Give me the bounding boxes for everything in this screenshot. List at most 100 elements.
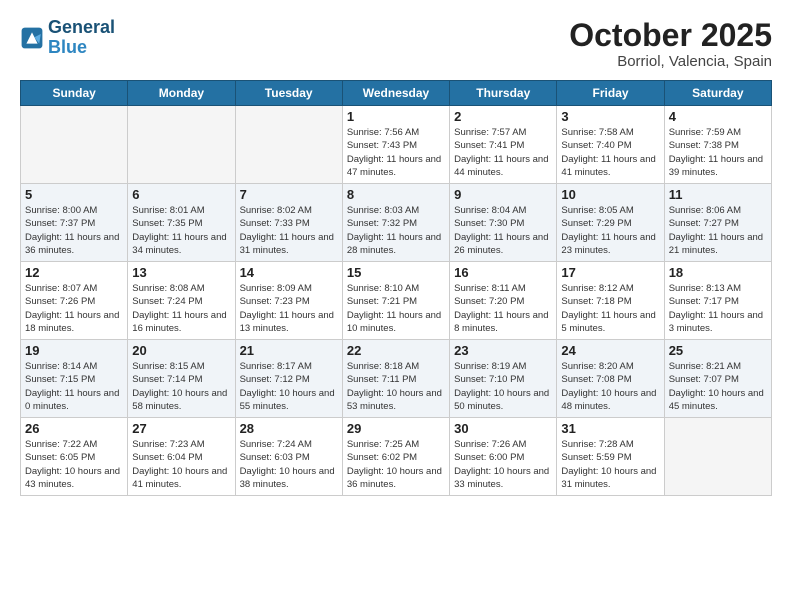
calendar-cell-week1-day3: 8Sunrise: 8:03 AMSunset: 7:32 PMDaylight…	[342, 184, 449, 262]
sunset-text: Sunset: 7:41 PM	[454, 139, 552, 152]
header: General Blue October 2025 Borriol, Valen…	[20, 18, 772, 70]
day-number: 24	[561, 343, 659, 358]
calendar-cell-week2-day2: 14Sunrise: 8:09 AMSunset: 7:23 PMDayligh…	[235, 262, 342, 340]
sunset-text: Sunset: 7:17 PM	[669, 295, 767, 308]
calendar-cell-week1-day4: 9Sunrise: 8:04 AMSunset: 7:30 PMDaylight…	[450, 184, 557, 262]
sunrise-text: Sunrise: 7:25 AM	[347, 438, 445, 451]
sunset-text: Sunset: 7:43 PM	[347, 139, 445, 152]
day-number: 11	[669, 187, 767, 202]
calendar-cell-week1-day6: 11Sunrise: 8:06 AMSunset: 7:27 PMDayligh…	[664, 184, 771, 262]
daylight-text: Daylight: 11 hours and 47 minutes.	[347, 153, 445, 180]
sunrise-text: Sunrise: 8:07 AM	[25, 282, 123, 295]
sunset-text: Sunset: 6:03 PM	[240, 451, 338, 464]
calendar-cell-week3-day2: 21Sunrise: 8:17 AMSunset: 7:12 PMDayligh…	[235, 340, 342, 418]
sunrise-text: Sunrise: 7:59 AM	[669, 126, 767, 139]
daylight-text: Daylight: 11 hours and 13 minutes.	[240, 309, 338, 336]
day-info: Sunrise: 7:59 AMSunset: 7:38 PMDaylight:…	[669, 126, 767, 179]
sunset-text: Sunset: 7:33 PM	[240, 217, 338, 230]
sunset-text: Sunset: 7:14 PM	[132, 373, 230, 386]
day-info: Sunrise: 8:07 AMSunset: 7:26 PMDaylight:…	[25, 282, 123, 335]
sunset-text: Sunset: 7:07 PM	[669, 373, 767, 386]
sunrise-text: Sunrise: 7:26 AM	[454, 438, 552, 451]
calendar-cell-week1-day1: 6Sunrise: 8:01 AMSunset: 7:35 PMDaylight…	[128, 184, 235, 262]
daylight-text: Daylight: 11 hours and 28 minutes.	[347, 231, 445, 258]
sunset-text: Sunset: 7:27 PM	[669, 217, 767, 230]
daylight-text: Daylight: 11 hours and 31 minutes.	[240, 231, 338, 258]
sunrise-text: Sunrise: 8:14 AM	[25, 360, 123, 373]
daylight-text: Daylight: 11 hours and 23 minutes.	[561, 231, 659, 258]
weekday-header-tuesday: Tuesday	[235, 81, 342, 106]
sunrise-text: Sunrise: 8:13 AM	[669, 282, 767, 295]
sunset-text: Sunset: 6:04 PM	[132, 451, 230, 464]
sunset-text: Sunset: 7:24 PM	[132, 295, 230, 308]
sunrise-text: Sunrise: 8:18 AM	[347, 360, 445, 373]
calendar-cell-week1-day5: 10Sunrise: 8:05 AMSunset: 7:29 PMDayligh…	[557, 184, 664, 262]
sunrise-text: Sunrise: 7:58 AM	[561, 126, 659, 139]
day-number: 21	[240, 343, 338, 358]
daylight-text: Daylight: 10 hours and 45 minutes.	[669, 387, 767, 414]
calendar-cell-week0-day5: 3 Sunrise: 7:58 AMSunset: 7:40 PMDaylight…	[557, 106, 664, 184]
calendar-cell-week4-day2: 28Sunrise: 7:24 AMSunset: 6:03 PMDayligh…	[235, 418, 342, 496]
sunrise-text: Sunrise: 8:03 AM	[347, 204, 445, 217]
daylight-text: Daylight: 11 hours and 8 minutes.	[454, 309, 552, 336]
sunrise-text: Sunrise: 8:15 AM	[132, 360, 230, 373]
sunset-text: Sunset: 7:23 PM	[240, 295, 338, 308]
day-info: Sunrise: 8:19 AMSunset: 7:10 PMDaylight:…	[454, 360, 552, 413]
calendar-cell-week0-day3: 1Sunrise: 7:56 AMSunset: 7:43 PMDaylight…	[342, 106, 449, 184]
daylight-text: Daylight: 11 hours and 36 minutes.	[25, 231, 123, 258]
daylight-text: Daylight: 11 hours and 41 minutes.	[561, 153, 659, 180]
day-number: 3	[561, 109, 659, 124]
day-info: Sunrise: 7:58 AMSunset: 7:40 PMDaylight:…	[561, 126, 659, 179]
logo-icon	[20, 26, 44, 50]
day-info: Sunrise: 8:18 AMSunset: 7:11 PMDaylight:…	[347, 360, 445, 413]
calendar-cell-week2-day0: 12Sunrise: 8:07 AMSunset: 7:26 PMDayligh…	[21, 262, 128, 340]
sunrise-text: Sunrise: 8:11 AM	[454, 282, 552, 295]
sunset-text: Sunset: 7:12 PM	[240, 373, 338, 386]
day-number: 26	[25, 421, 123, 436]
sunrise-text: Sunrise: 8:05 AM	[561, 204, 659, 217]
sunset-text: Sunset: 6:02 PM	[347, 451, 445, 464]
day-info: Sunrise: 8:14 AMSunset: 7:15 PMDaylight:…	[25, 360, 123, 413]
sunset-text: Sunset: 5:59 PM	[561, 451, 659, 464]
day-number: 28	[240, 421, 338, 436]
day-info: Sunrise: 8:21 AMSunset: 7:07 PMDaylight:…	[669, 360, 767, 413]
day-info: Sunrise: 8:11 AMSunset: 7:20 PMDaylight:…	[454, 282, 552, 335]
calendar-cell-week1-day0: 5Sunrise: 8:00 AMSunset: 7:37 PMDaylight…	[21, 184, 128, 262]
calendar-cell-week0-day1	[128, 106, 235, 184]
calendar-cell-week4-day1: 27Sunrise: 7:23 AMSunset: 6:04 PMDayligh…	[128, 418, 235, 496]
calendar-cell-week3-day5: 24 Sunrise: 8:20 AMSunset: 7:08 PMDayligh…	[557, 340, 664, 418]
sunrise-text: Sunrise: 7:23 AM	[132, 438, 230, 451]
daylight-text: Daylight: 11 hours and 0 minutes.	[25, 387, 123, 414]
day-info: Sunrise: 7:56 AMSunset: 7:43 PMDaylight:…	[347, 126, 445, 179]
daylight-text: Daylight: 10 hours and 31 minutes.	[561, 465, 659, 492]
day-info: Sunrise: 8:01 AMSunset: 7:35 PMDaylight:…	[132, 204, 230, 257]
day-number: 17	[561, 265, 659, 280]
day-number: 13	[132, 265, 230, 280]
daylight-text: Daylight: 10 hours and 50 minutes.	[454, 387, 552, 414]
day-info: Sunrise: 8:08 AMSunset: 7:24 PMDaylight:…	[132, 282, 230, 335]
sunrise-text: Sunrise: 7:28 AM	[561, 438, 659, 451]
calendar-cell-week3-day3: 22 Sunrise: 8:18 AMSunset: 7:11 PMDayligh…	[342, 340, 449, 418]
calendar-cell-week2-day5: 17Sunrise: 8:12 AMSunset: 7:18 PMDayligh…	[557, 262, 664, 340]
day-info: Sunrise: 8:02 AMSunset: 7:33 PMDaylight:…	[240, 204, 338, 257]
sunrise-text: Sunrise: 8:04 AM	[454, 204, 552, 217]
day-info: Sunrise: 8:20 AMSunset: 7:08 PMDaylight:…	[561, 360, 659, 413]
weekday-header-wednesday: Wednesday	[342, 81, 449, 106]
weekday-header-monday: Monday	[128, 81, 235, 106]
day-number: 8	[347, 187, 445, 202]
day-number: 22	[347, 343, 445, 358]
calendar-cell-week4-day0: 26Sunrise: 7:22 AMSunset: 6:05 PMDayligh…	[21, 418, 128, 496]
weekday-header-friday: Friday	[557, 81, 664, 106]
daylight-text: Daylight: 11 hours and 18 minutes.	[25, 309, 123, 336]
weekday-header-sunday: Sunday	[21, 81, 128, 106]
calendar-cell-week3-day0: 19Sunrise: 8:14 AMSunset: 7:15 PMDayligh…	[21, 340, 128, 418]
daylight-text: Daylight: 11 hours and 3 minutes.	[669, 309, 767, 336]
day-number: 14	[240, 265, 338, 280]
sunset-text: Sunset: 7:10 PM	[454, 373, 552, 386]
daylight-text: Daylight: 11 hours and 44 minutes.	[454, 153, 552, 180]
daylight-text: Daylight: 10 hours and 38 minutes.	[240, 465, 338, 492]
sunrise-text: Sunrise: 8:10 AM	[347, 282, 445, 295]
sunset-text: Sunset: 7:08 PM	[561, 373, 659, 386]
sunset-text: Sunset: 6:00 PM	[454, 451, 552, 464]
day-number: 2	[454, 109, 552, 124]
